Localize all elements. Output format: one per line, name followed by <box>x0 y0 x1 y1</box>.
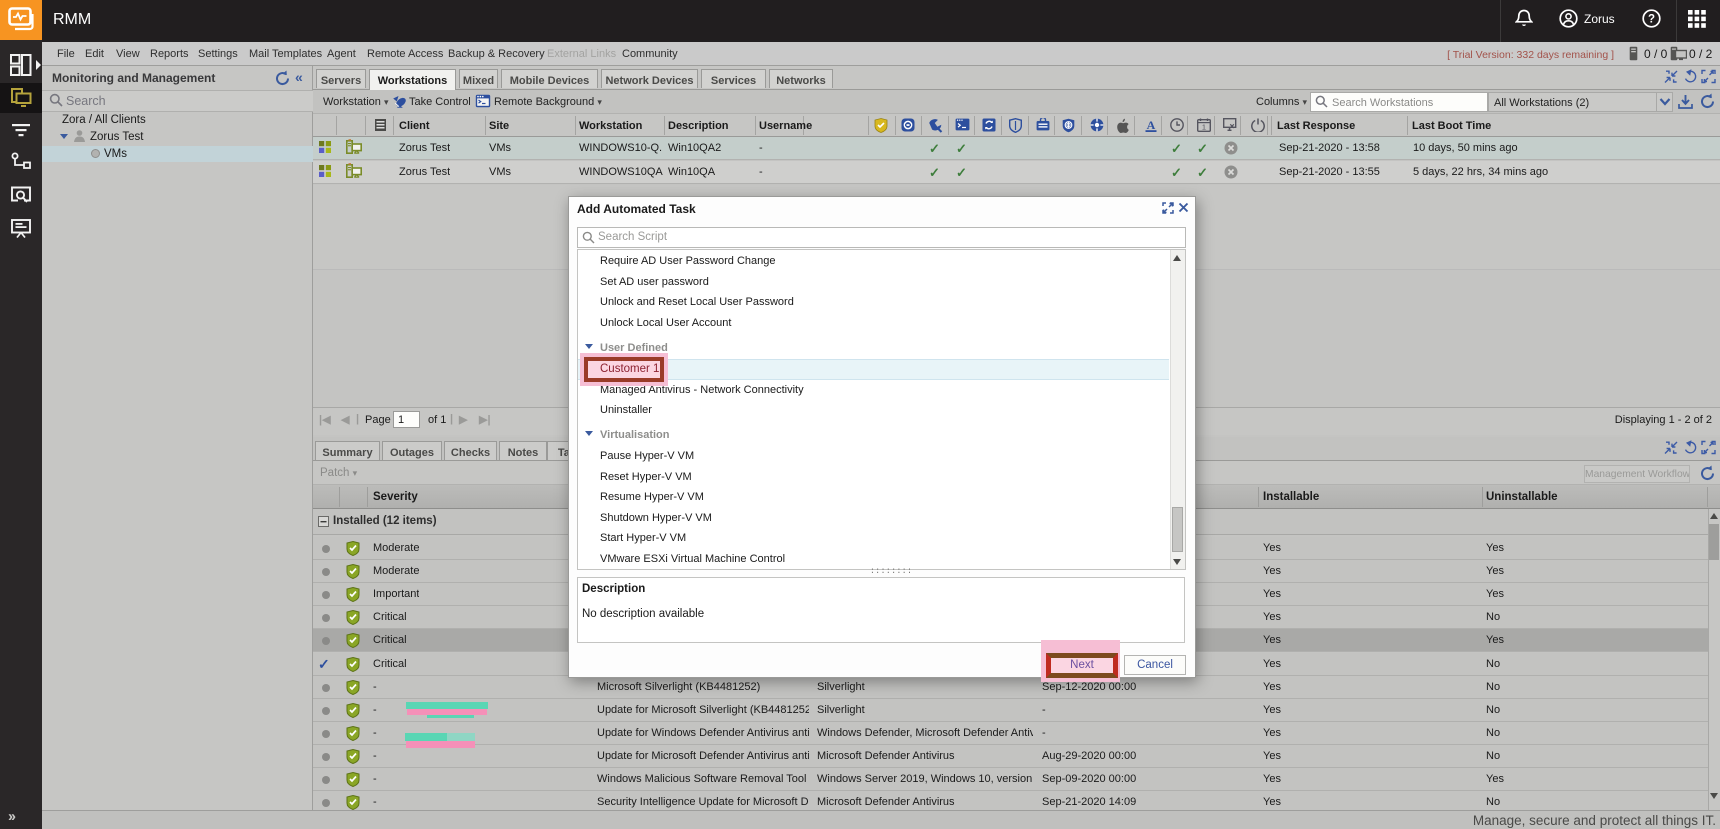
svg-text:?: ? <box>1648 14 1655 26</box>
svg-text:1: 1 <box>1202 123 1206 132</box>
svg-text:A: A <box>1147 118 1156 132</box>
